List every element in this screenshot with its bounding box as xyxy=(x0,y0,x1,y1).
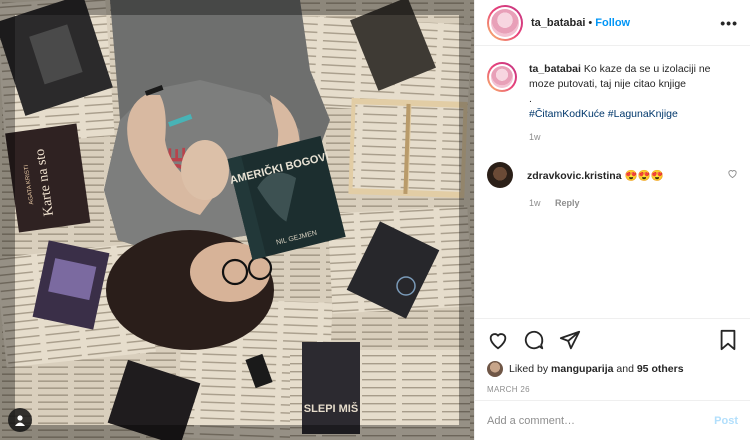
caption-dot-line: . xyxy=(529,93,532,105)
comment-input[interactable] xyxy=(487,414,715,427)
post-photo[interactable]: Karte na sto AGATA KRISTI SLEPI MIŠ ODE xyxy=(0,0,474,440)
liked-by-connector: and xyxy=(616,363,634,375)
photo-illustration: Karte na sto AGATA KRISTI SLEPI MIŠ ODE xyxy=(0,0,474,440)
tagged-users-button[interactable] xyxy=(8,408,32,432)
caption-avatar[interactable] xyxy=(487,62,517,92)
person-icon xyxy=(15,415,25,426)
share-send-icon[interactable] xyxy=(559,329,581,351)
post-header: ta_batabai • Follow ••• xyxy=(475,0,750,46)
comment-time: 1w xyxy=(529,198,541,208)
like-heart-icon[interactable] xyxy=(487,329,509,351)
reply-button[interactable]: Reply xyxy=(555,198,580,208)
commenter-username[interactable]: zdravkovic.kristina xyxy=(527,170,622,182)
post-details-panel: ta_batabai • Follow ••• ta_batabai Ko ka… xyxy=(474,0,750,440)
caption: ta_batabai Ko kaze da se u izolaciji ne … xyxy=(487,62,738,122)
post-actions: Liked by manguparija and 95 others MARCH… xyxy=(475,318,750,394)
liker-avatar[interactable] xyxy=(487,361,503,377)
more-options-icon[interactable]: ••• xyxy=(720,15,738,31)
bookmark-icon[interactable] xyxy=(718,329,738,351)
comments-section: ta_batabai Ko kaze da se u izolaciji ne … xyxy=(487,62,738,208)
likes-summary: Liked by manguparija and 95 others xyxy=(487,361,738,377)
follow-button[interactable]: Follow xyxy=(595,17,630,29)
add-comment-bar: Post xyxy=(475,400,750,440)
commenter-avatar[interactable] xyxy=(487,162,513,188)
caption-time: 1w xyxy=(529,132,541,142)
hashtag-citamkodkuce[interactable]: #ČitamKodKuće xyxy=(529,108,605,120)
others-count-link[interactable]: 95 others xyxy=(637,363,684,375)
liker-username[interactable]: manguparija xyxy=(551,363,613,375)
separator-dot: • xyxy=(588,16,593,29)
comment-item: zdravkovic.kristina 😍😍😍 xyxy=(487,162,738,188)
post-date: MARCH 26 xyxy=(487,385,530,394)
hashtag-lagunaknjige[interactable]: #LagunaKnjige xyxy=(608,108,678,120)
caption-text: ta_batabai Ko kaze da se u izolaciji ne … xyxy=(529,62,738,122)
post-comment-button[interactable]: Post xyxy=(714,415,738,427)
comment-text: zdravkovic.kristina 😍😍😍 xyxy=(527,169,664,182)
liked-by-prefix: Liked by xyxy=(509,363,549,375)
like-comment-heart-icon[interactable] xyxy=(727,168,738,182)
caption-username[interactable]: ta_batabai xyxy=(529,63,581,75)
comment-meta: 1w Reply xyxy=(529,198,738,208)
comment-body: 😍😍😍 xyxy=(624,169,664,182)
author-username[interactable]: ta_batabai xyxy=(531,17,585,29)
book-title-slepi: SLEPI MIŠ xyxy=(304,402,358,415)
comment-bubble-icon[interactable] xyxy=(523,329,545,351)
author-avatar[interactable] xyxy=(487,4,523,41)
